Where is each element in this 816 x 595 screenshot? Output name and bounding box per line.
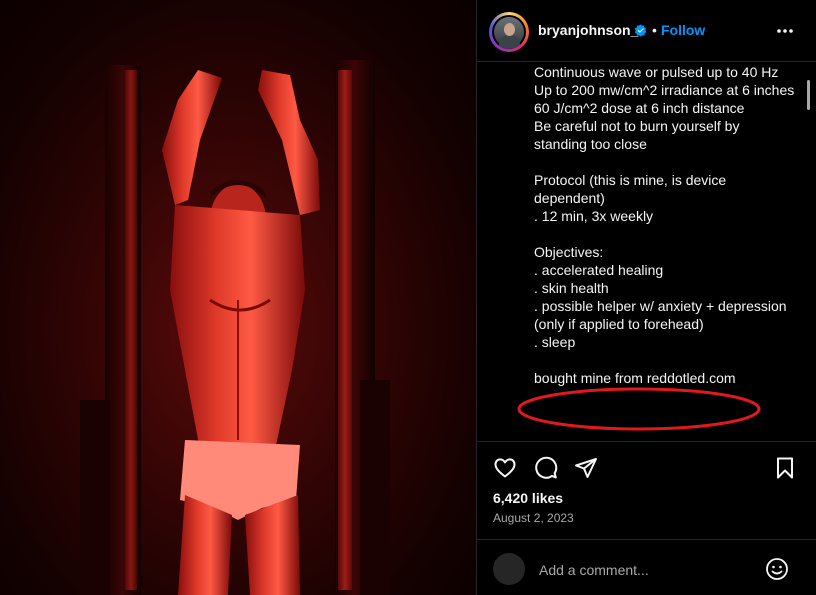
heart-icon[interactable] [493,456,517,480]
comment-avatar [493,553,525,585]
bookmark-icon[interactable] [773,456,797,480]
caption-line: Protocol (this is mine, is device [534,172,727,188]
caption-line: Up to 200 mw/cm^2 irradiance at 6 inches [534,82,795,98]
more-options-icon[interactable] [775,22,795,40]
likes-count[interactable]: 6,420 likes [493,490,563,506]
post-side-panel: bryanjohnson_ • Follow 630 nm (red) and … [476,0,816,595]
post-header: bryanjohnson_ • Follow [477,0,816,62]
send-icon[interactable] [574,456,598,480]
photo-illustration [80,60,390,595]
caption-gap [534,351,802,369]
profile-avatar[interactable] [489,12,529,52]
caption-line: . possible helper w/ anxiety + depressio… [534,298,787,314]
caption-scrollbar[interactable] [807,80,810,110]
post-photo[interactable] [0,0,476,595]
caption-scroll-area[interactable]: 630 nm (red) and 830 nm (infra red)Conti… [477,63,816,441]
caption-line: (only if applied to forehead) [534,316,704,332]
caption-line: . 12 min, 3x weekly [534,208,654,224]
caption-gap [534,225,802,243]
caption-line: standing too close [534,136,647,152]
username-link[interactable]: bryanjohnson_ [538,22,638,38]
post-date[interactable]: August 2, 2023 [493,511,574,525]
caption-link-line: bought mine from reddotled.com [534,370,736,386]
caption-line: . sleep [534,334,576,350]
divider [477,539,816,540]
caption-line: Be careful not to burn yourself by [534,118,740,134]
emoji-icon[interactable] [765,557,789,581]
caption-line: . accelerated healing [534,262,664,278]
separator-dot: • [652,22,657,38]
follow-button[interactable]: Follow [661,22,705,38]
caption-text: 630 nm (red) and 830 nm (infra red)Conti… [534,63,802,387]
caption-line: Continuous wave or pulsed up to 40 Hz [534,64,779,80]
comment-bubble-icon[interactable] [534,456,558,480]
comment-input[interactable] [537,559,771,581]
annotation-red-ellipse [517,387,761,431]
divider [477,441,816,442]
caption-line: . skin health [534,280,609,296]
caption-gap [534,153,802,171]
verified-badge-icon [634,24,647,37]
caption-line: Objectives: [534,244,604,260]
caption-line: dependent) [534,190,605,206]
caption-line: 60 J/cm^2 dose at 6 inch distance [534,100,745,116]
